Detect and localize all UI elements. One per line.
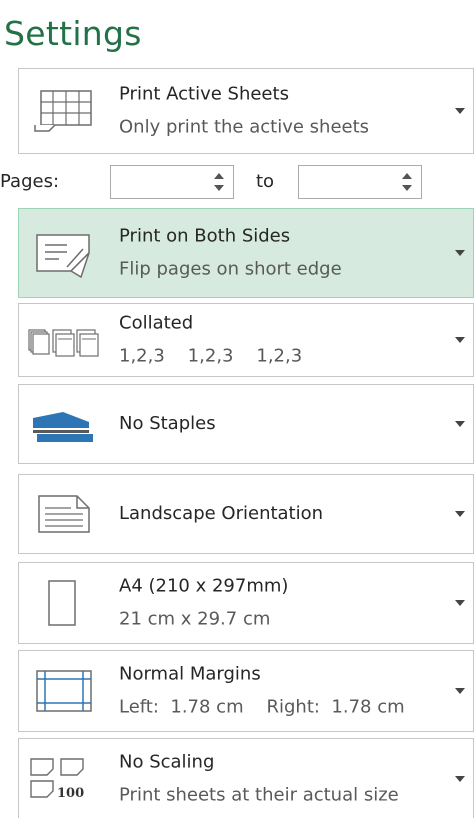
print-both-sides-dropdown[interactable]: Print on Both Sides Flip pages on short … [18, 208, 474, 298]
margins-dropdown[interactable]: Normal Margins Left: 1.78 cm Right: 1.78… [18, 650, 474, 732]
setting-label: A4 (210 x 297mm) [119, 575, 289, 597]
setting-label: Collated [119, 312, 194, 334]
duplex-print-icon [36, 234, 90, 279]
spinner-arrows-icon[interactable] [401, 171, 413, 193]
chevron-down-icon[interactable] [453, 509, 467, 519]
chevron-down-icon[interactable] [453, 106, 467, 116]
scaling-icon: 100 [30, 757, 84, 801]
setting-label: Print on Both Sides [119, 225, 291, 247]
pages-from-input[interactable] [110, 165, 234, 199]
svg-text:100: 100 [57, 786, 84, 801]
setting-description: 1,2,3 1,2,3 1,2,3 [119, 345, 303, 367]
spinner-arrows-icon[interactable] [213, 171, 225, 193]
pages-range-row: Pages: to [0, 163, 476, 203]
chevron-down-icon[interactable] [453, 686, 467, 696]
print-active-sheets-dropdown[interactable]: Print Active Sheets Only print the activ… [18, 68, 474, 154]
setting-label: Normal Margins [119, 663, 261, 685]
paper-size-icon [48, 580, 76, 626]
collated-pages-icon [28, 329, 99, 357]
pages-label: Pages: [0, 171, 60, 192]
setting-description: Print sheets at their actual size [119, 784, 399, 805]
staples-dropdown[interactable]: No Staples [18, 384, 474, 464]
chevron-down-icon[interactable] [453, 598, 467, 608]
stapler-icon [33, 412, 93, 442]
orientation-dropdown[interactable]: Landscape Orientation [18, 474, 474, 554]
pages-to-label: to [256, 171, 275, 192]
setting-description: Left: 1.78 cm Right: 1.78 cm [119, 696, 405, 718]
sheet-grid-icon [34, 90, 92, 132]
margins-icon [36, 670, 92, 712]
setting-label: Landscape Orientation [119, 503, 324, 524]
chevron-down-icon[interactable] [453, 335, 467, 345]
chevron-down-icon[interactable] [453, 774, 467, 784]
chevron-down-icon[interactable] [453, 419, 467, 429]
scaling-dropdown[interactable]: 100 No Scaling Print sheets at their act… [18, 738, 474, 818]
settings-title: Settings [4, 14, 142, 53]
landscape-page-icon [38, 495, 90, 533]
pages-to-input[interactable] [298, 165, 422, 199]
setting-description: Flip pages on short edge [119, 258, 342, 280]
setting-description: 21 cm x 29.7 cm [119, 608, 271, 630]
setting-label: No Staples [119, 413, 216, 434]
paper-size-dropdown[interactable]: A4 (210 x 297mm) 21 cm x 29.7 cm [18, 562, 474, 644]
setting-label: No Scaling [119, 751, 215, 772]
setting-label: Print Active Sheets [119, 83, 289, 105]
collated-dropdown[interactable]: Collated 1,2,3 1,2,3 1,2,3 [18, 303, 474, 377]
chevron-down-icon[interactable] [453, 248, 467, 258]
setting-description: Only print the active sheets [119, 116, 370, 138]
